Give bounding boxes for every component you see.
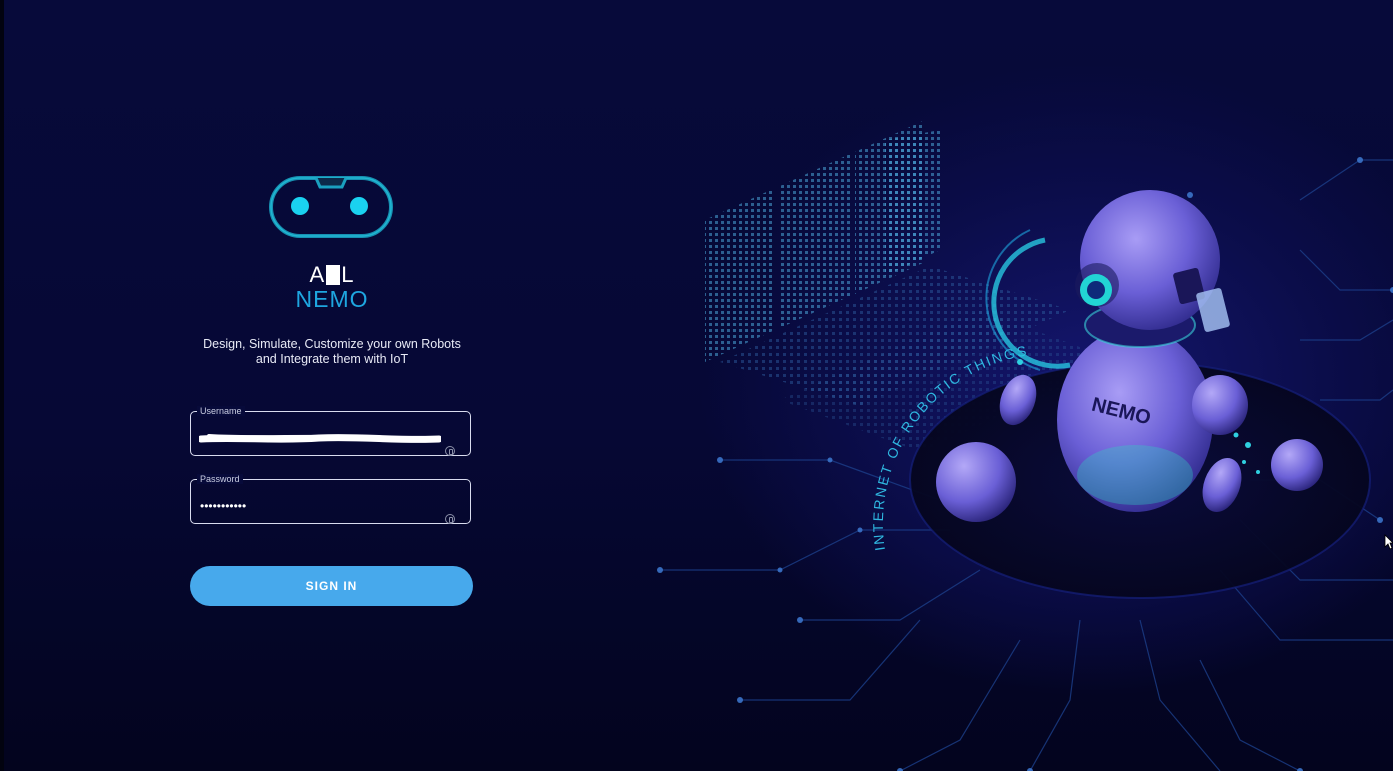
password-label: Password (197, 474, 243, 484)
login-page: INTERNET OF ROBOTIC THINGS NEMO A L NEMO… (0, 0, 1393, 771)
login-panel: AL NEMO Design, Simulate, Customize your… (0, 0, 660, 771)
iot-robot-illustration: INTERNET OF ROBOTIC THINGS NEMO (657, 120, 1393, 771)
eye-icon[interactable] (445, 514, 455, 524)
sign-in-button[interactable]: SIGN IN (190, 566, 473, 606)
brand-name: NEMO (295, 286, 369, 312)
brand-top-text: AL (309, 262, 355, 287)
password-field[interactable]: Password ••••••••••• (190, 474, 471, 524)
cursor-icon (1384, 534, 1393, 550)
username-redacted-value (199, 434, 441, 443)
username-field-icon[interactable] (445, 446, 455, 456)
floating-sphere (1271, 439, 1323, 491)
robot-face-logo-icon (269, 176, 393, 238)
password-value: ••••••••••• (200, 499, 247, 513)
floating-sphere (936, 442, 1016, 522)
tagline: Design, Simulate, Customize your own Rob… (182, 337, 482, 367)
username-label: Username (197, 406, 245, 416)
username-field[interactable]: Username (190, 406, 471, 456)
redaction-box (326, 265, 341, 285)
tagline-line-1: Design, Simulate, Customize your own Rob… (203, 337, 461, 351)
robot-head (1080, 190, 1220, 330)
tagline-line-2: and Integrate them with IoT (255, 352, 409, 366)
